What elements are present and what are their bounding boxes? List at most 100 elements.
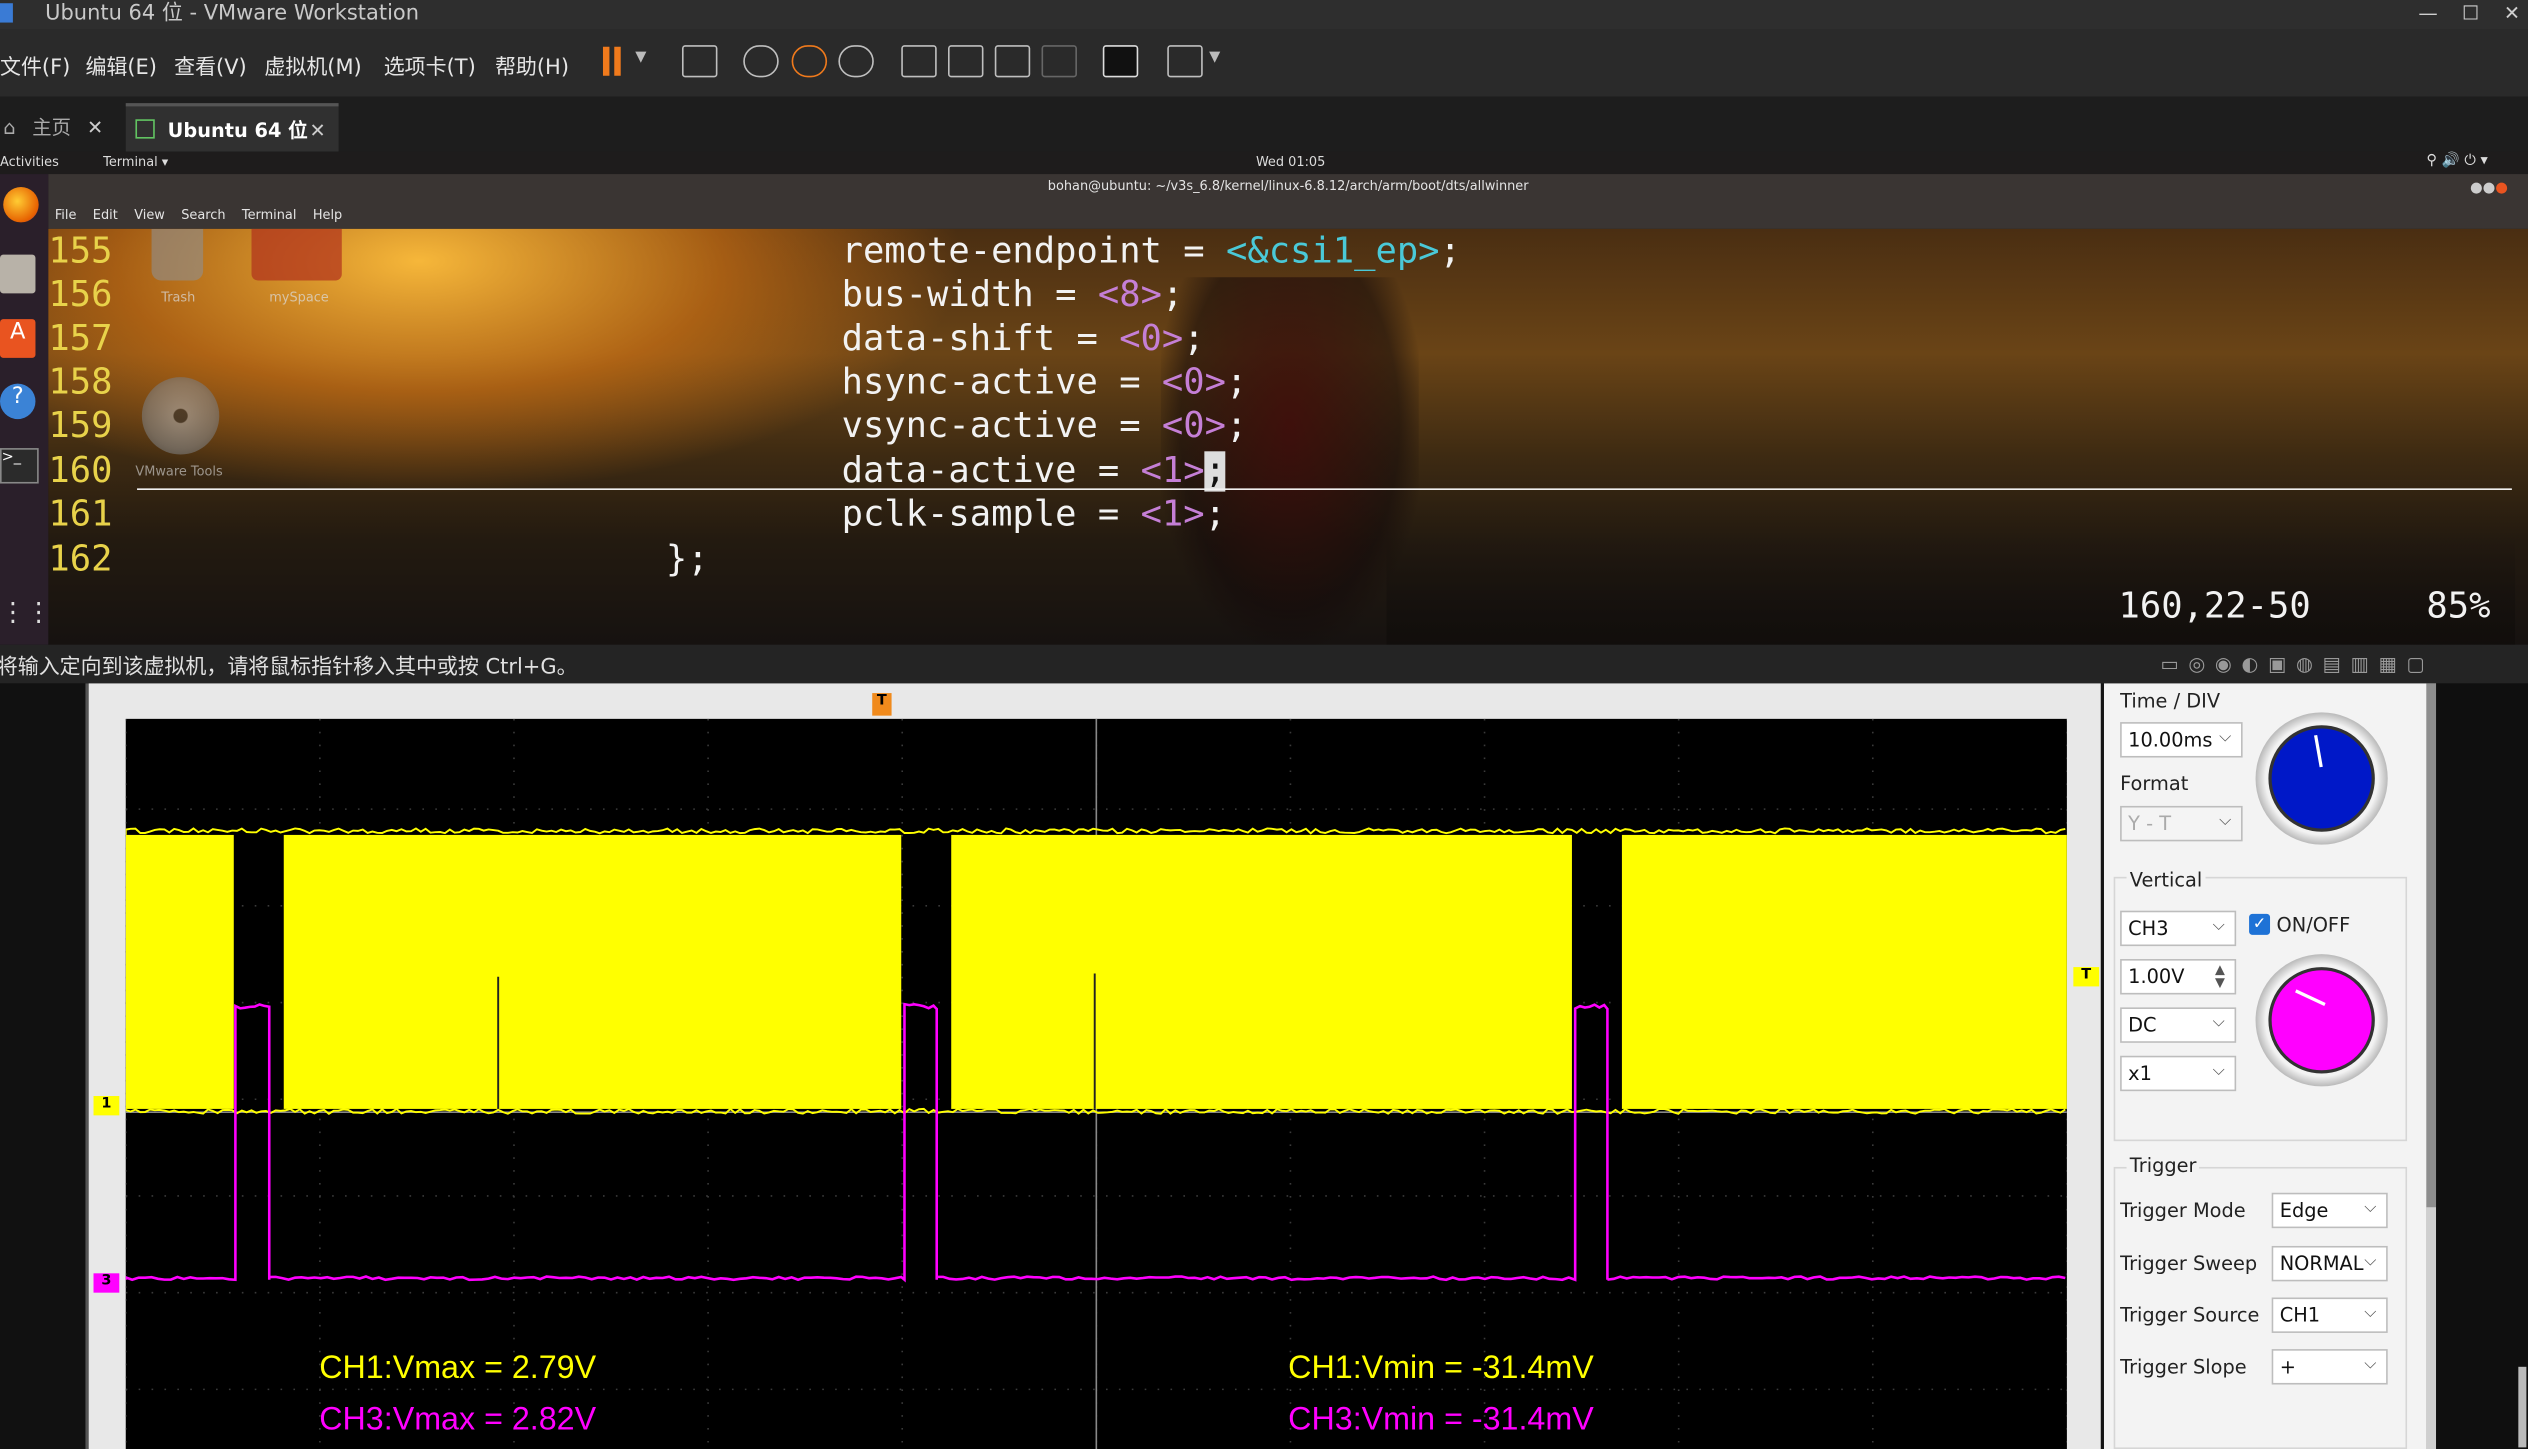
ch1-signal-block: [126, 835, 234, 1109]
pause-icon[interactable]: [603, 47, 622, 76]
ch1-ground-marker[interactable]: 1: [94, 1096, 120, 1115]
code-text: data-shift = <0>;: [842, 318, 1205, 362]
terminal-title: bohan@ubuntu: ~/v3s_6.8/kernel/linux-6.8…: [48, 179, 2528, 194]
volts-value: 1.00V: [2128, 965, 2184, 988]
maximize-icon[interactable]: ☐: [2462, 0, 2479, 26]
tab-home[interactable]: ⌂ 主页 ✕: [0, 103, 119, 151]
format-value: Y - T: [2128, 812, 2171, 835]
onoff-label: ON/OFF: [2276, 914, 2350, 937]
terminal-icon[interactable]: >_: [0, 448, 39, 483]
terminal-menu-view[interactable]: View: [134, 208, 165, 223]
vmware-tools-label: VMware Tools: [135, 464, 222, 479]
minimize-icon[interactable]: ●: [2470, 181, 2483, 197]
trigger-time-marker[interactable]: T: [872, 693, 891, 716]
ubuntu-dock: A ? >_ ⋮⋮: [0, 174, 48, 645]
terminal-menu-terminal[interactable]: Terminal: [242, 208, 297, 223]
line-number: 161: [48, 493, 112, 537]
fullscreen-icon[interactable]: [995, 45, 1030, 77]
system-tray-icons[interactable]: ⚲ 🔊 ⏻ ▾: [2426, 153, 2487, 169]
ch1-vmin-readout: CH1:Vmin = -31.4mV: [1288, 1351, 1594, 1388]
trigger-slope-label: Trigger Slope: [2120, 1356, 2247, 1379]
revert-snapshot-icon[interactable]: [792, 45, 827, 77]
terminal-app-menu[interactable]: Terminal ▾: [103, 155, 168, 170]
terminal-menu-file[interactable]: File: [55, 208, 77, 223]
trigger-level-marker[interactable]: T: [2073, 967, 2099, 986]
terminal-menu-edit[interactable]: Edit: [93, 208, 118, 223]
probe-value: x1: [2128, 1062, 2152, 1085]
trigger-slope-select[interactable]: + ⌵: [2272, 1349, 2388, 1384]
trigger-sweep-select[interactable]: NORMAL ⌵: [2272, 1246, 2388, 1281]
terminal-menubar: File Edit View Search Terminal Help: [55, 208, 342, 223]
wallpaper-bench: [1387, 535, 2516, 645]
trigger-mode-select[interactable]: Edge ⌵: [2272, 1193, 2388, 1228]
files-icon[interactable]: [0, 255, 35, 294]
onoff-checkbox[interactable]: ✓: [2249, 914, 2270, 935]
code-text: remote-endpoint = <&csi1_ep>;: [842, 230, 1461, 274]
menu-edit[interactable]: 编辑(E): [85, 50, 157, 81]
stretch-icon[interactable]: [1167, 45, 1202, 77]
firefox-icon[interactable]: [3, 187, 38, 222]
close-icon[interactable]: ●: [2495, 181, 2508, 197]
chevron-down-icon: ⌵: [2364, 1304, 2376, 1322]
menu-file[interactable]: 文件(F): [0, 50, 70, 81]
coupling-select[interactable]: DC ⌵: [2120, 1007, 2236, 1042]
terminal-window-controls[interactable]: ●●●: [2470, 181, 2508, 197]
code-value: <1>: [1141, 451, 1205, 491]
myspace-label: mySpace: [269, 290, 329, 305]
outer-scrollbar[interactable]: [2518, 1367, 2526, 1448]
menu-tabs[interactable]: 选项卡(T): [384, 50, 476, 81]
vim-cursor-position: 160,22-50: [2118, 585, 2310, 629]
chevron-down-icon: ⌵: [2219, 812, 2231, 830]
help-icon[interactable]: ?: [0, 384, 35, 419]
scope-screen[interactable]: CH1:Vmax = 2.79V CH3:Vmax = 2.82V CH1:Vm…: [126, 719, 2067, 1449]
show-apps-icon[interactable]: ⋮⋮: [0, 596, 52, 627]
code-key: vsync-active =: [842, 406, 1162, 446]
code-semicolon: ;: [1440, 232, 1461, 272]
trigger-sweep-value: NORMAL: [2280, 1252, 2364, 1275]
trigger-source-select[interactable]: CH1 ⌵: [2272, 1297, 2388, 1332]
sidebar-toggle-icon[interactable]: [901, 45, 936, 77]
tab-ubuntu[interactable]: Ubuntu 64 位 ✕: [126, 103, 339, 155]
panel-scrollbar[interactable]: [2426, 683, 2436, 1449]
menu-view[interactable]: 查看(V): [174, 50, 247, 81]
trigger-source-value: CH1: [2280, 1304, 2320, 1327]
maximize-icon[interactable]: ●: [2483, 181, 2496, 197]
menu-help[interactable]: 帮助(H): [495, 50, 569, 81]
ch3-vmin-readout: CH3:Vmin = -31.4mV: [1288, 1402, 1594, 1439]
spin-arrows-icon[interactable]: ▲ ▼: [2215, 964, 2225, 990]
software-icon[interactable]: A: [0, 319, 35, 358]
snapshot-manager-icon[interactable]: [838, 45, 873, 77]
close-tab-icon[interactable]: ✕: [310, 106, 326, 154]
ch3-ground-marker[interactable]: 3: [94, 1273, 120, 1292]
volts-div-knob[interactable]: [2256, 954, 2388, 1086]
clock[interactable]: Wed 01:05: [1256, 155, 1325, 170]
close-icon[interactable]: ✕: [2504, 0, 2520, 26]
format-select[interactable]: Y - T ⌵: [2120, 806, 2243, 841]
volts-div-spinbox[interactable]: 1.00V ▲ ▼: [2120, 959, 2236, 994]
terminal-body[interactable]: Trash mySpace VMware Tools 155 remote-en…: [48, 229, 2528, 645]
send-keys-icon[interactable]: [682, 45, 717, 77]
code-text: bus-width = <8>;: [842, 274, 1184, 318]
close-tab-icon[interactable]: ✕: [87, 103, 103, 151]
device-tray-icons[interactable]: ▭◎◉◐▣◍▤▥▦▢: [2160, 653, 2434, 676]
chevron-down-icon: ⌵: [2213, 1014, 2225, 1032]
snapshot-icon[interactable]: [743, 45, 778, 77]
chevron-down-icon: ⌵: [2364, 1199, 2376, 1217]
activities-button[interactable]: Activities: [0, 155, 59, 170]
time-div-knob[interactable]: [2256, 712, 2388, 844]
code-value: <&csi1_ep>: [1226, 232, 1440, 272]
console-view-icon[interactable]: [1103, 45, 1138, 77]
coupling-value: DC: [2128, 1014, 2156, 1037]
pause-dropdown-icon[interactable]: ▼: [635, 50, 646, 66]
minimize-icon[interactable]: —: [2418, 0, 2437, 26]
time-div-select[interactable]: 10.00ms ⌵: [2120, 722, 2243, 757]
menu-vm[interactable]: 虚拟机(M): [264, 50, 361, 81]
tab-ubuntu-label: Ubuntu 64 位: [168, 106, 308, 154]
thumbnail-bar-icon[interactable]: [948, 45, 983, 77]
unity-icon[interactable]: [1042, 45, 1077, 77]
terminal-menu-search[interactable]: Search: [181, 208, 225, 223]
channel-select[interactable]: CH3 ⌵: [2120, 911, 2236, 946]
stretch-dropdown-icon[interactable]: ▼: [1209, 50, 1220, 66]
terminal-menu-help[interactable]: Help: [313, 208, 342, 223]
probe-select[interactable]: x1 ⌵: [2120, 1056, 2236, 1091]
